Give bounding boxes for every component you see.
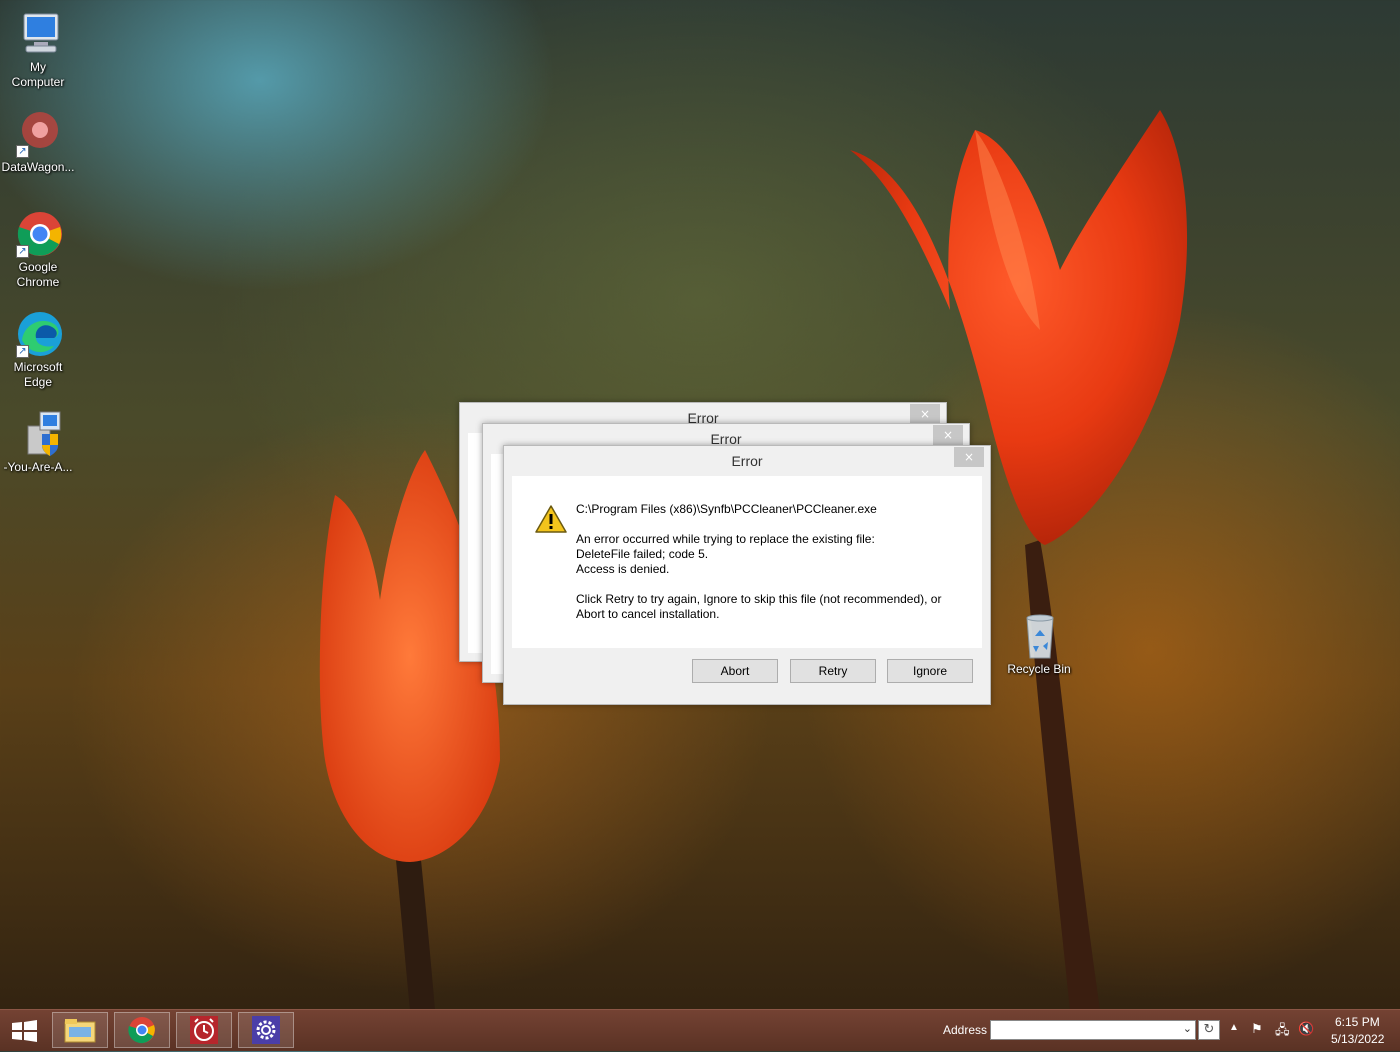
refresh-button[interactable]: ↻	[1198, 1020, 1220, 1040]
error-dialog[interactable]: Error × C:\Program Files (x86)\Synfb\PCC…	[503, 445, 991, 705]
button-bar: Abort Retry Ignore	[512, 648, 982, 696]
shortcut-arrow-icon: ↗	[16, 245, 29, 258]
abort-button[interactable]: Abort	[692, 659, 778, 683]
edge-icon: ↗	[14, 310, 62, 358]
alarm-clock-icon	[190, 1016, 218, 1044]
taskbar-file-explorer[interactable]	[52, 1012, 108, 1048]
icon-label: -You-Are-A...	[3, 460, 73, 474]
address-label: Address	[943, 1023, 988, 1037]
taskbar-chrome[interactable]	[114, 1012, 170, 1048]
message-line: Click Retry to try again, Ignore to skip…	[576, 592, 942, 606]
desktop-icon-datawagon[interactable]: ↗ DataWagon...	[0, 110, 76, 175]
close-icon[interactable]: ×	[933, 425, 963, 445]
volume-muted-icon[interactable]: 🔇	[1298, 1021, 1314, 1037]
installer-icon	[14, 410, 62, 458]
chrome-icon	[128, 1017, 155, 1044]
network-icon[interactable]: 🖧	[1275, 1021, 1290, 1043]
clock-date[interactable]: 5/13/2022	[1331, 1032, 1384, 1046]
action-center-flag-icon[interactable]: ⚑	[1251, 1021, 1263, 1037]
desktop-icon-recycle-bin[interactable]: Recycle Bin	[1001, 612, 1077, 677]
computer-icon	[14, 10, 62, 58]
icon-label: DataWagon...	[1, 160, 75, 174]
folder-icon	[64, 1019, 96, 1043]
start-button[interactable]	[4, 1014, 44, 1048]
ignore-button[interactable]: Ignore	[887, 659, 973, 683]
taskbar: Address ⌄ ↻ ▲ ⚑ 🖧 🔇 6:15 PM 5/13/2022	[0, 1009, 1400, 1051]
warning-icon	[535, 505, 567, 533]
close-icon[interactable]: ×	[954, 447, 984, 467]
message-line: Access is denied.	[576, 562, 670, 576]
chrome-icon: ↗	[14, 210, 62, 258]
refresh-icon: ↻	[1203, 1022, 1215, 1037]
icon-label: Recycle Bin	[1007, 662, 1071, 676]
message-line: DeleteFile failed; code 5.	[576, 547, 709, 561]
chevron-down-icon[interactable]: ⌄	[1183, 1022, 1192, 1035]
dialog-client: C:\Program Files (x86)\Synfb\PCCleaner\P…	[512, 476, 982, 696]
shortcut-arrow-icon: ↗	[16, 145, 29, 158]
desktop-icon-microsoft-edge[interactable]: ↗ Microsoft Edge	[0, 310, 76, 390]
taskbar-settings[interactable]	[238, 1012, 294, 1048]
message-line: Abort to cancel installation.	[576, 607, 720, 621]
icon-label: Chrome	[16, 275, 60, 289]
icon-label: Microsoft	[13, 360, 63, 374]
retry-button[interactable]: Retry	[790, 659, 876, 683]
gear-icon	[252, 1016, 280, 1044]
recycle-bin-icon	[1015, 612, 1063, 660]
desktop-icon-google-chrome[interactable]: ↗ Google Chrome	[0, 210, 76, 290]
desktop-icon-my-computer[interactable]: My Computer	[0, 10, 76, 90]
shortcut-arrow-icon: ↗	[16, 345, 29, 358]
icon-label: Edge	[23, 375, 53, 389]
datawagon-icon: ↗	[14, 110, 62, 158]
dialog-title: Error	[731, 453, 763, 469]
taskbar-alarms[interactable]	[176, 1012, 232, 1048]
address-field[interactable]: ⌄	[990, 1020, 1196, 1040]
icon-label: Google	[18, 260, 58, 274]
error-message: C:\Program Files (x86)\Synfb\PCCleaner\P…	[576, 502, 941, 637]
message-line: An error occurred while trying to replac…	[576, 532, 875, 546]
icon-label: My	[30, 60, 46, 74]
windows-logo-icon	[12, 1020, 37, 1042]
desktop-icon-you-are-a[interactable]: -You-Are-A...	[0, 410, 76, 475]
icon-label: Computer	[11, 75, 65, 89]
show-hidden-icons-icon[interactable]: ▲	[1229, 1022, 1239, 1033]
clock-time[interactable]: 6:15 PM	[1335, 1015, 1380, 1029]
close-icon[interactable]: ×	[910, 404, 940, 424]
file-path: C:\Program Files (x86)\Synfb\PCCleaner\P…	[576, 502, 877, 516]
